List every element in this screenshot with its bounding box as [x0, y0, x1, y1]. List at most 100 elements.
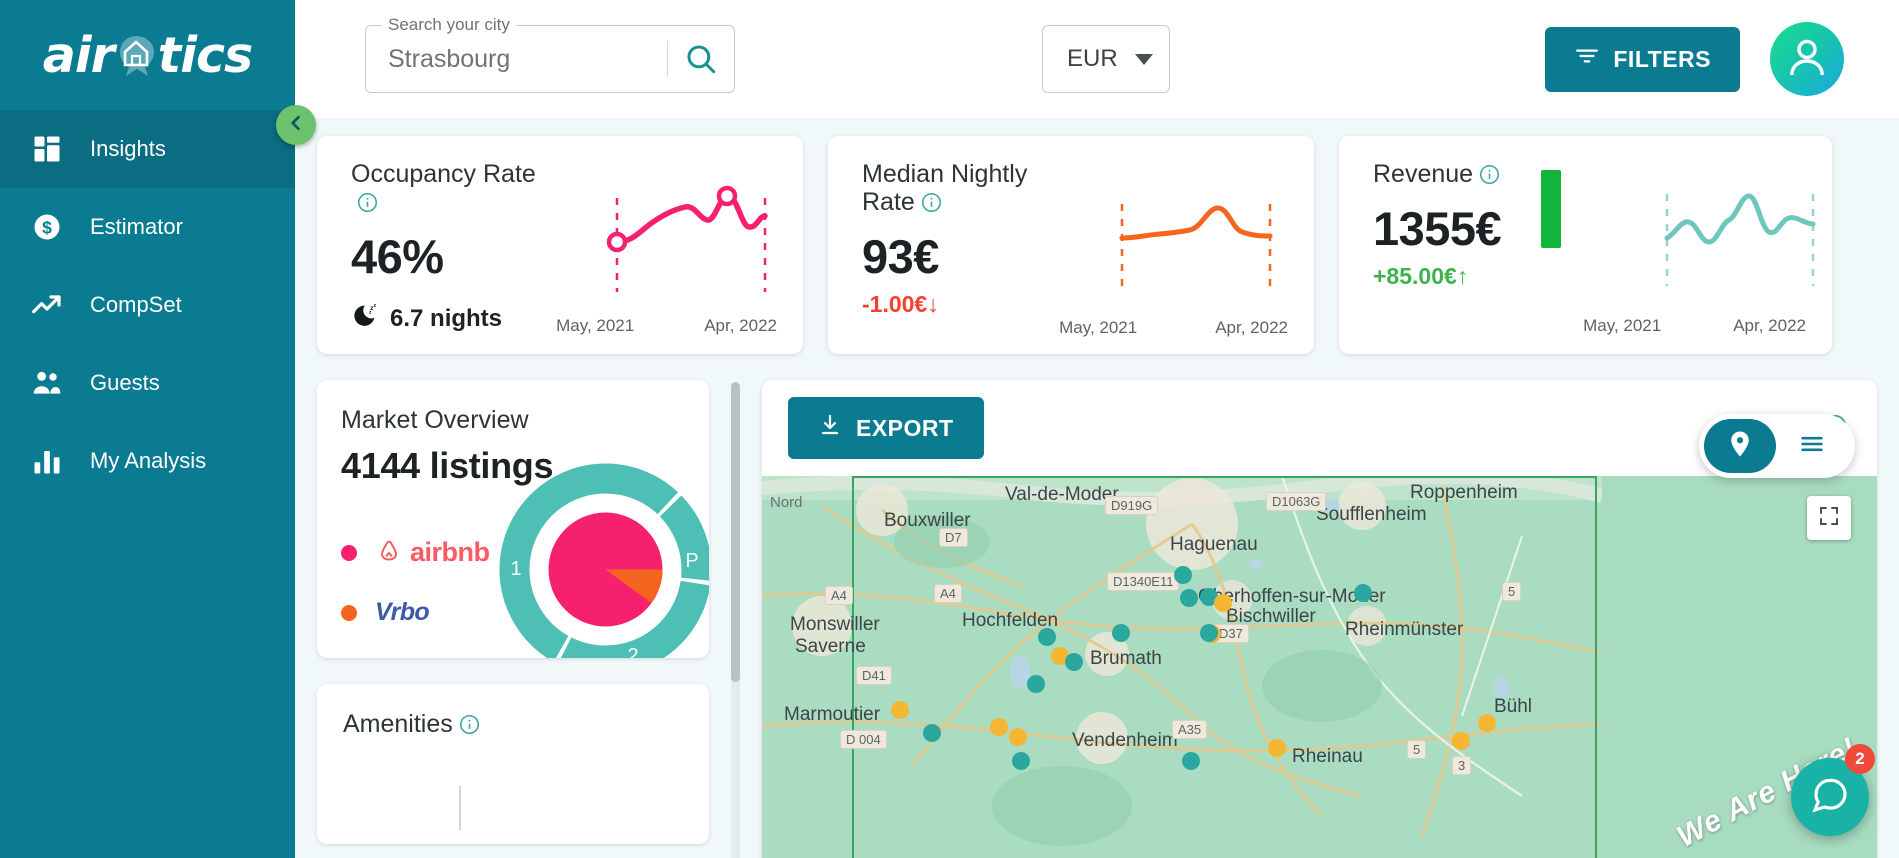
- map-place-label: Rheinmünster: [1345, 619, 1464, 640]
- date-start: May, 2021: [1059, 318, 1138, 337]
- currency-select[interactable]: EUR: [1042, 25, 1170, 93]
- kpi-title-text: Median Nightly Rate: [862, 160, 1028, 216]
- sparkline-median-rate: [1114, 178, 1284, 303]
- map-listing-pin[interactable]: [1478, 714, 1496, 732]
- chevron-down-icon: [1135, 53, 1153, 65]
- map-listing-pin[interactable]: [1112, 624, 1130, 642]
- search-city-field[interactable]: Search your city Strasbourg: [365, 15, 735, 93]
- legend-label-airbnb: airbnb: [410, 537, 490, 567]
- filters-button[interactable]: FILTERS: [1545, 26, 1740, 92]
- map-place-label: Val-de-Moder: [1005, 484, 1119, 505]
- brand-logo[interactable]: air tics: [0, 0, 295, 110]
- content-scrollbar[interactable]: [731, 382, 740, 858]
- map-place-label: Saverne: [795, 636, 866, 657]
- kpi-row: Occupancy Rate 46% z z z 6.7 nights May,…: [317, 136, 1877, 354]
- map-place-label: Monswiller: [790, 614, 880, 635]
- fullscreen-button[interactable]: [1807, 496, 1851, 540]
- info-icon[interactable]: [459, 713, 480, 742]
- map-road-badge: 3: [1452, 756, 1472, 775]
- people-icon: [30, 366, 64, 400]
- search-input[interactable]: Strasbourg: [388, 45, 667, 74]
- map-listing-pin[interactable]: [1027, 675, 1045, 693]
- map-listing-pin[interactable]: [1354, 584, 1372, 602]
- avg-nights-value: 6.7 nights: [390, 305, 503, 332]
- sidebar-item-my-analysis[interactable]: My Analysis: [0, 422, 295, 500]
- map-canvas[interactable]: Val-de-Moder Roppenheim Bouxwiller Soufflen…: [762, 476, 1877, 858]
- kpi-title: Median Nightly Rate: [862, 160, 1072, 219]
- map-listing-pin[interactable]: [990, 718, 1008, 736]
- sidebar-collapse-button[interactable]: [276, 105, 316, 145]
- map-listing-pin[interactable]: [891, 701, 909, 719]
- map-view-button[interactable]: [1704, 419, 1776, 473]
- legend-dot-airbnb: [341, 544, 357, 561]
- map-panel: EXPORT Val-de-Moder Roppenheim Bouxwille…: [762, 380, 1877, 858]
- map-listing-pin[interactable]: [1009, 728, 1027, 746]
- map-place-label: Marmoutier: [784, 704, 881, 725]
- map-listing-pin[interactable]: [923, 724, 941, 742]
- map-list-view-toggle[interactable]: [1699, 414, 1855, 478]
- scrollbar-thumb[interactable]: [731, 382, 740, 682]
- donut-label-P: P: [685, 550, 698, 572]
- map-road-badge: A35: [1172, 720, 1208, 739]
- market-overview-card: Market Overview 4144 listings airbnb Vrb…: [317, 380, 709, 658]
- chevron-left-icon: [286, 113, 306, 138]
- map-listing-pin[interactable]: [1452, 732, 1470, 750]
- sidebar-item-insights[interactable]: Insights: [0, 110, 295, 188]
- airbnb-mark-icon: [375, 535, 403, 570]
- filter-icon: [1574, 43, 1600, 75]
- moon-sleep-icon: zzz: [351, 302, 378, 336]
- sidebar-item-label: Estimator: [90, 214, 183, 239]
- date-start: May, 2021: [556, 316, 635, 335]
- search-icon[interactable]: [668, 26, 734, 92]
- map-listing-pin[interactable]: [1268, 739, 1286, 757]
- sidebar-item-label: Insights: [90, 136, 166, 161]
- bar-chart-icon: [30, 444, 64, 478]
- map-place-label: Brumath: [1090, 648, 1162, 669]
- map-listing-pin[interactable]: [1174, 566, 1192, 584]
- date-range: May, 2021 Apr, 2022: [1059, 318, 1288, 338]
- map-listing-pin[interactable]: [1214, 594, 1232, 612]
- legend-label-vrbo: Vrbo: [375, 598, 430, 626]
- amenities-title-text: Amenities: [343, 710, 453, 738]
- sidebar: air tics Insights $ Estimator CompSet Gue…: [0, 0, 316, 858]
- chat-unread-badge: 2: [1845, 744, 1875, 774]
- date-start: May, 2021: [1583, 316, 1662, 335]
- list-view-button[interactable]: [1776, 419, 1848, 473]
- chat-bubble-icon: [1810, 775, 1850, 820]
- sidebar-item-label: My Analysis: [90, 448, 207, 473]
- info-icon[interactable]: [1479, 163, 1500, 191]
- map-listing-pin[interactable]: [1012, 752, 1030, 770]
- sidebar-item-label: Guests: [90, 370, 160, 395]
- main-area: Search your city Strasbourg EUR FILTERS: [295, 0, 1899, 858]
- date-end: Apr, 2022: [1215, 318, 1288, 337]
- map-listing-pin[interactable]: [1200, 624, 1218, 642]
- svg-text:z: z: [374, 303, 377, 309]
- sidebar-item-compset[interactable]: CompSet: [0, 266, 295, 344]
- avatar[interactable]: [1770, 22, 1844, 96]
- logo-text-part1: air: [42, 26, 115, 84]
- sidebar-item-estimator[interactable]: $ Estimator: [0, 188, 295, 266]
- amenities-chart-axis: [459, 786, 461, 830]
- market-overview-title: Market Overview: [341, 406, 529, 434]
- legend-dot-vrbo: [341, 604, 357, 621]
- user-avatar-icon: [1783, 33, 1831, 86]
- export-button[interactable]: EXPORT: [788, 397, 984, 459]
- donut-label-2: 2: [627, 645, 638, 658]
- sparkline-revenue: [1655, 170, 1840, 300]
- map-road-badge: D919G: [1105, 496, 1159, 515]
- sidebar-item-guests[interactable]: Guests: [0, 344, 295, 422]
- list-icon: [1798, 430, 1826, 463]
- map-listing-pin[interactable]: [1038, 628, 1056, 646]
- map-road-badge: 5: [1502, 582, 1522, 601]
- map-road-badge: D 004: [840, 730, 887, 749]
- info-icon[interactable]: [357, 191, 378, 219]
- map-listing-pin[interactable]: [1180, 589, 1198, 607]
- info-icon[interactable]: [921, 191, 942, 219]
- app-root: air tics Insights $ Estimator CompSet Gue…: [0, 0, 1899, 858]
- map-listing-pin[interactable]: [1182, 752, 1200, 770]
- map-listing-pin[interactable]: [1065, 653, 1083, 671]
- search-input-label: Search your city: [382, 15, 516, 35]
- left-column: Market Overview 4144 listings airbnb Vrb…: [317, 380, 709, 858]
- map-place-label: Nord: [770, 494, 803, 511]
- amenities-title: Amenities: [343, 710, 709, 742]
